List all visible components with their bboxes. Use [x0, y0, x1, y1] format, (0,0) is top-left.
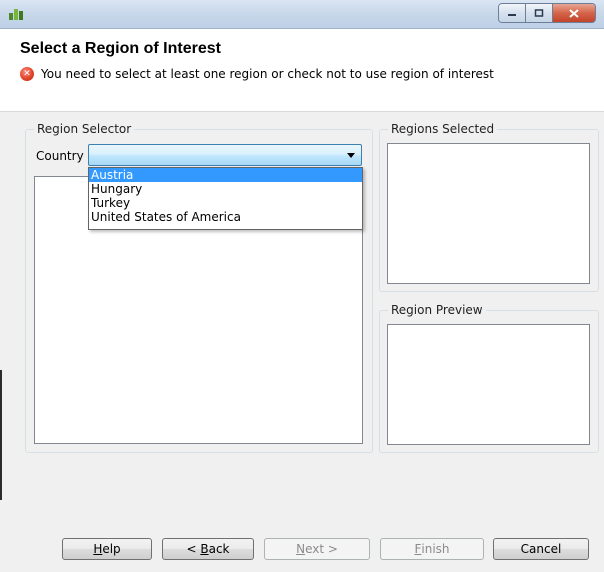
maximize-button[interactable] — [526, 4, 553, 22]
wizard-window: Select a Region of Interest ✕ You need t… — [0, 0, 604, 572]
region-selector-legend: Region Selector — [34, 122, 135, 136]
title-bar — [0, 0, 604, 29]
minimize-button[interactable] — [499, 4, 526, 22]
country-label: Country — [36, 149, 84, 163]
help-button-post: elp — [102, 542, 121, 556]
region-preview-pane — [387, 324, 590, 445]
next-button-key: N — [296, 542, 306, 556]
country-combobox[interactable] — [88, 144, 362, 166]
back-button-pre: < — [186, 542, 201, 556]
country-option-austria[interactable]: Austria — [89, 168, 362, 182]
window-controls — [498, 3, 596, 23]
app-icon — [9, 9, 23, 20]
back-button-post: ack — [208, 542, 230, 556]
regions-selected-list[interactable] — [387, 143, 590, 284]
back-button-key: B — [200, 542, 209, 556]
close-button[interactable] — [553, 4, 595, 22]
next-button-post: ext > — [305, 542, 338, 556]
error-message: You need to select at least one region o… — [41, 67, 494, 81]
back-button[interactable]: < Back — [162, 538, 254, 560]
cancel-button[interactable]: Cancel — [493, 538, 589, 560]
country-dropdown-list[interactable]: Austria Hungary Turkey United States of … — [88, 167, 363, 230]
maximize-icon — [534, 9, 544, 17]
finish-button-key: F — [414, 542, 422, 556]
finish-button[interactable]: Finish — [380, 538, 484, 560]
next-button[interactable]: Next > — [264, 538, 370, 560]
minimize-icon — [508, 14, 516, 16]
country-option-hungary[interactable]: Hungary — [89, 182, 362, 196]
wizard-header: Select a Region of Interest ✕ You need t… — [0, 29, 604, 112]
regions-selected-legend: Regions Selected — [388, 122, 498, 136]
left-edge — [0, 370, 2, 500]
help-button-key: H — [93, 542, 103, 556]
chevron-down-icon[interactable] — [347, 153, 355, 158]
error-row: ✕ You need to select at least one region… — [20, 67, 494, 81]
close-icon — [569, 8, 579, 18]
country-option-turkey[interactable]: Turkey — [89, 196, 362, 210]
page-title: Select a Region of Interest — [20, 40, 221, 57]
error-icon: ✕ — [20, 67, 34, 81]
country-option-usa[interactable]: United States of America — [89, 210, 362, 224]
finish-button-post: inish — [421, 542, 450, 556]
cancel-button-post: Cancel — [520, 542, 562, 556]
region-preview-legend: Region Preview — [388, 303, 486, 317]
help-button[interactable]: Help — [62, 538, 152, 560]
